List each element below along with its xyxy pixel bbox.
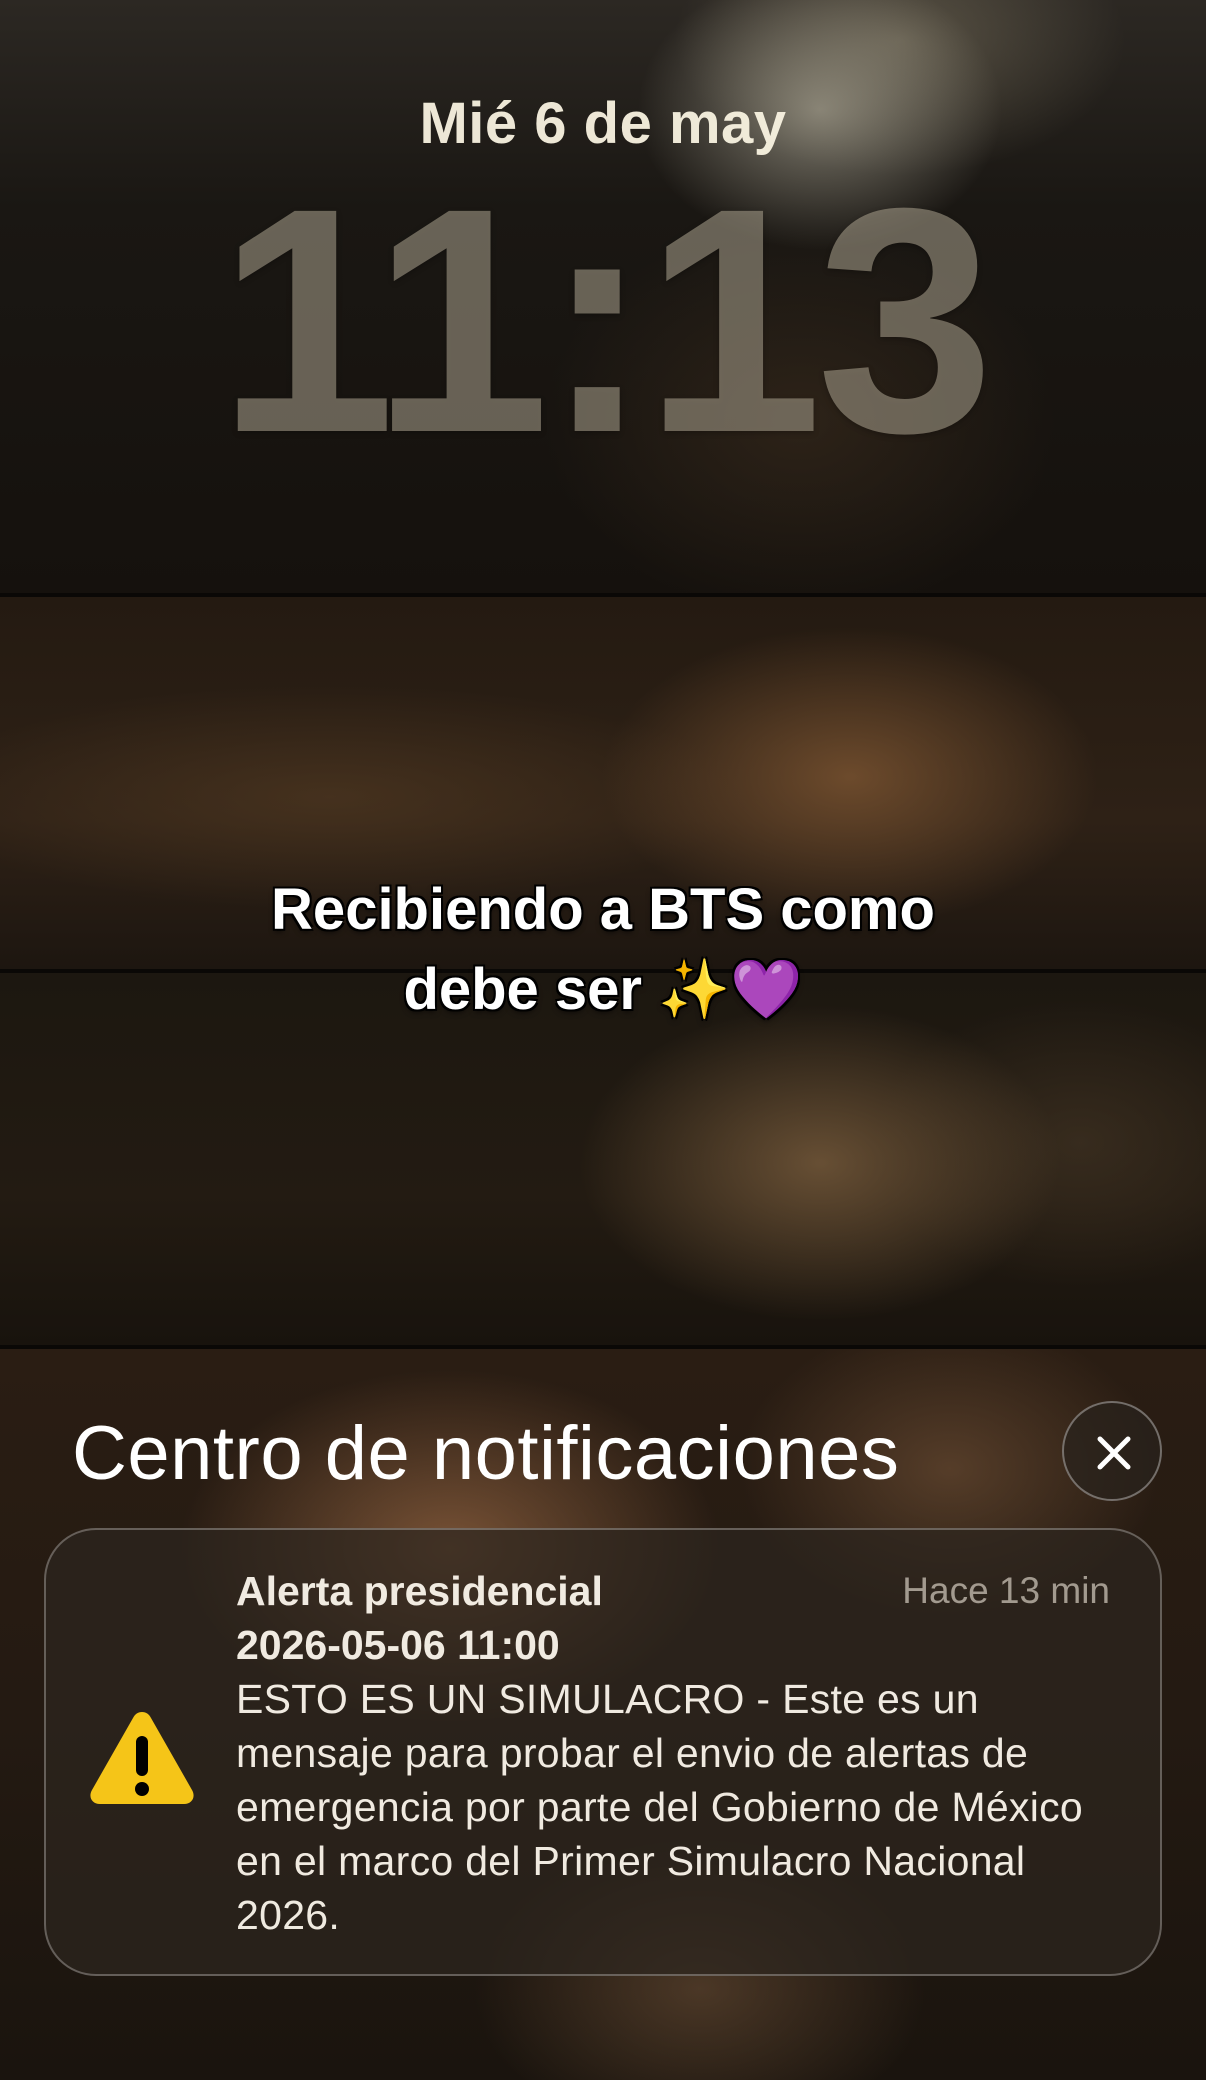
video-caption: Recibiendo a BTS como debe ser ✨💜 (0, 870, 1206, 1030)
lock-screen-clock: 11:13 (217, 141, 995, 499)
notification-card[interactable]: Hace 13 min Alerta presidencial 2026-05-… (44, 1528, 1162, 1976)
warning-triangle-icon (90, 1712, 194, 1804)
caption-line-2: debe ser ✨💜 (403, 957, 803, 1022)
notification-body: ESTO ES UN SIMULACRO - Este es un mensaj… (236, 1676, 1084, 1938)
notification-center-title: Centro de notificaciones (72, 1411, 900, 1496)
notification-title: Alerta presidencial (236, 1568, 603, 1614)
caption-line-1: Recibiendo a BTS como (271, 877, 935, 942)
notification-subtitle: 2026-05-06 11:00 (236, 1622, 560, 1668)
close-icon (1097, 1436, 1131, 1470)
notification-content: Alerta presidencial 2026-05-06 11:00 EST… (236, 1564, 1116, 1942)
notification-center-close-button[interactable] (1062, 1401, 1162, 1501)
